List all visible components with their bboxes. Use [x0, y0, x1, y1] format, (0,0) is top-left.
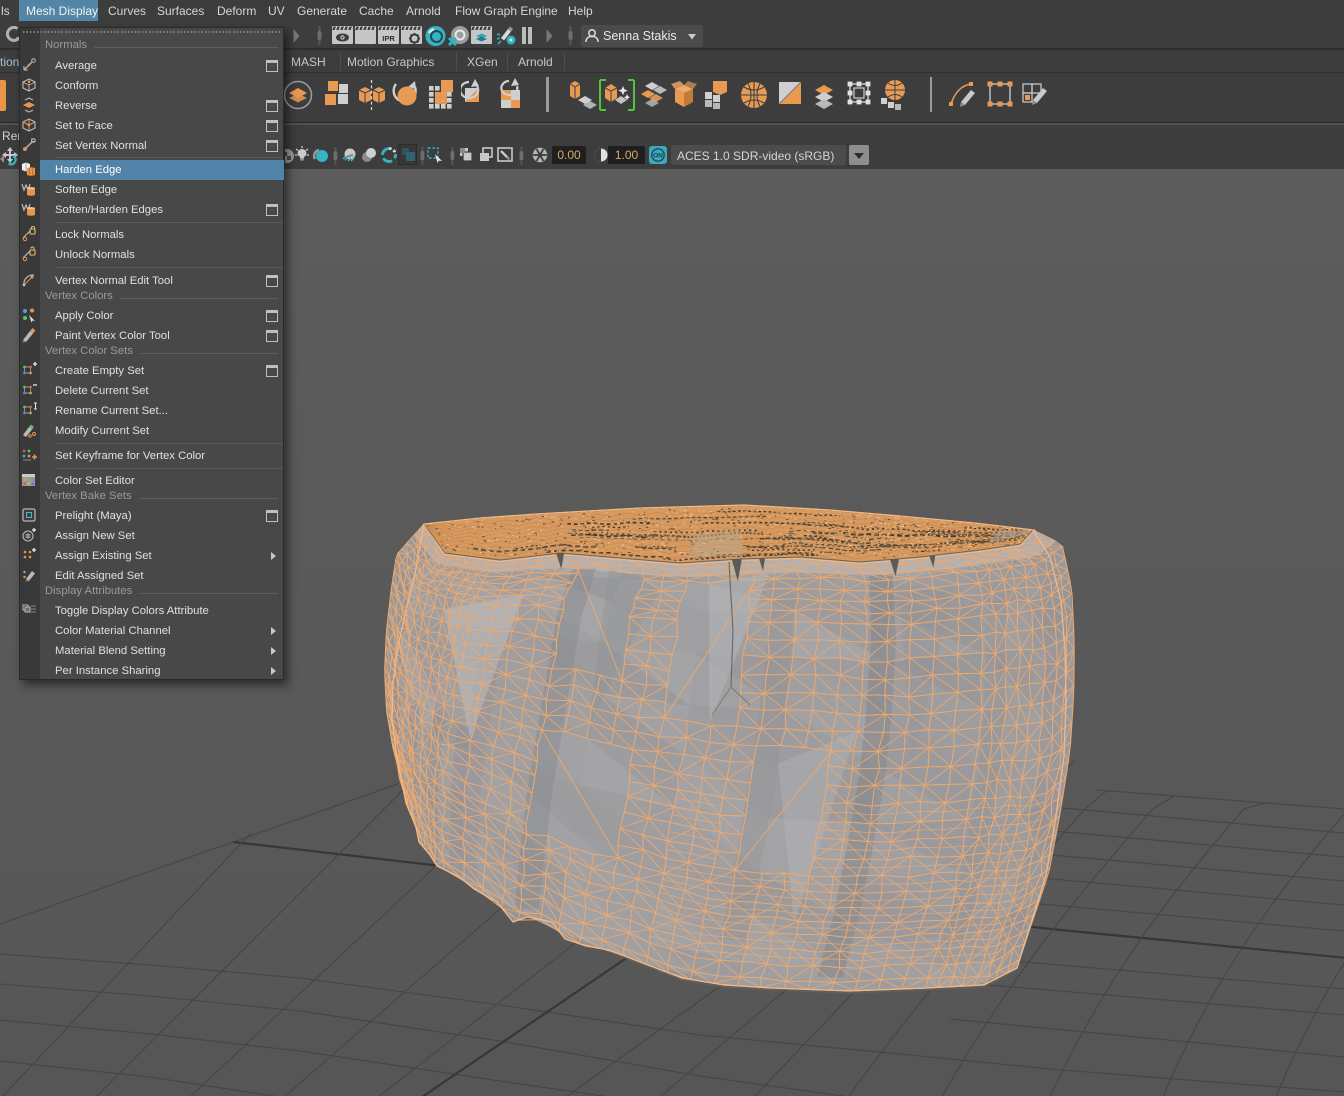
svg-text:ON: ON [653, 153, 663, 160]
svg-text:IPR: IPR [382, 34, 395, 43]
